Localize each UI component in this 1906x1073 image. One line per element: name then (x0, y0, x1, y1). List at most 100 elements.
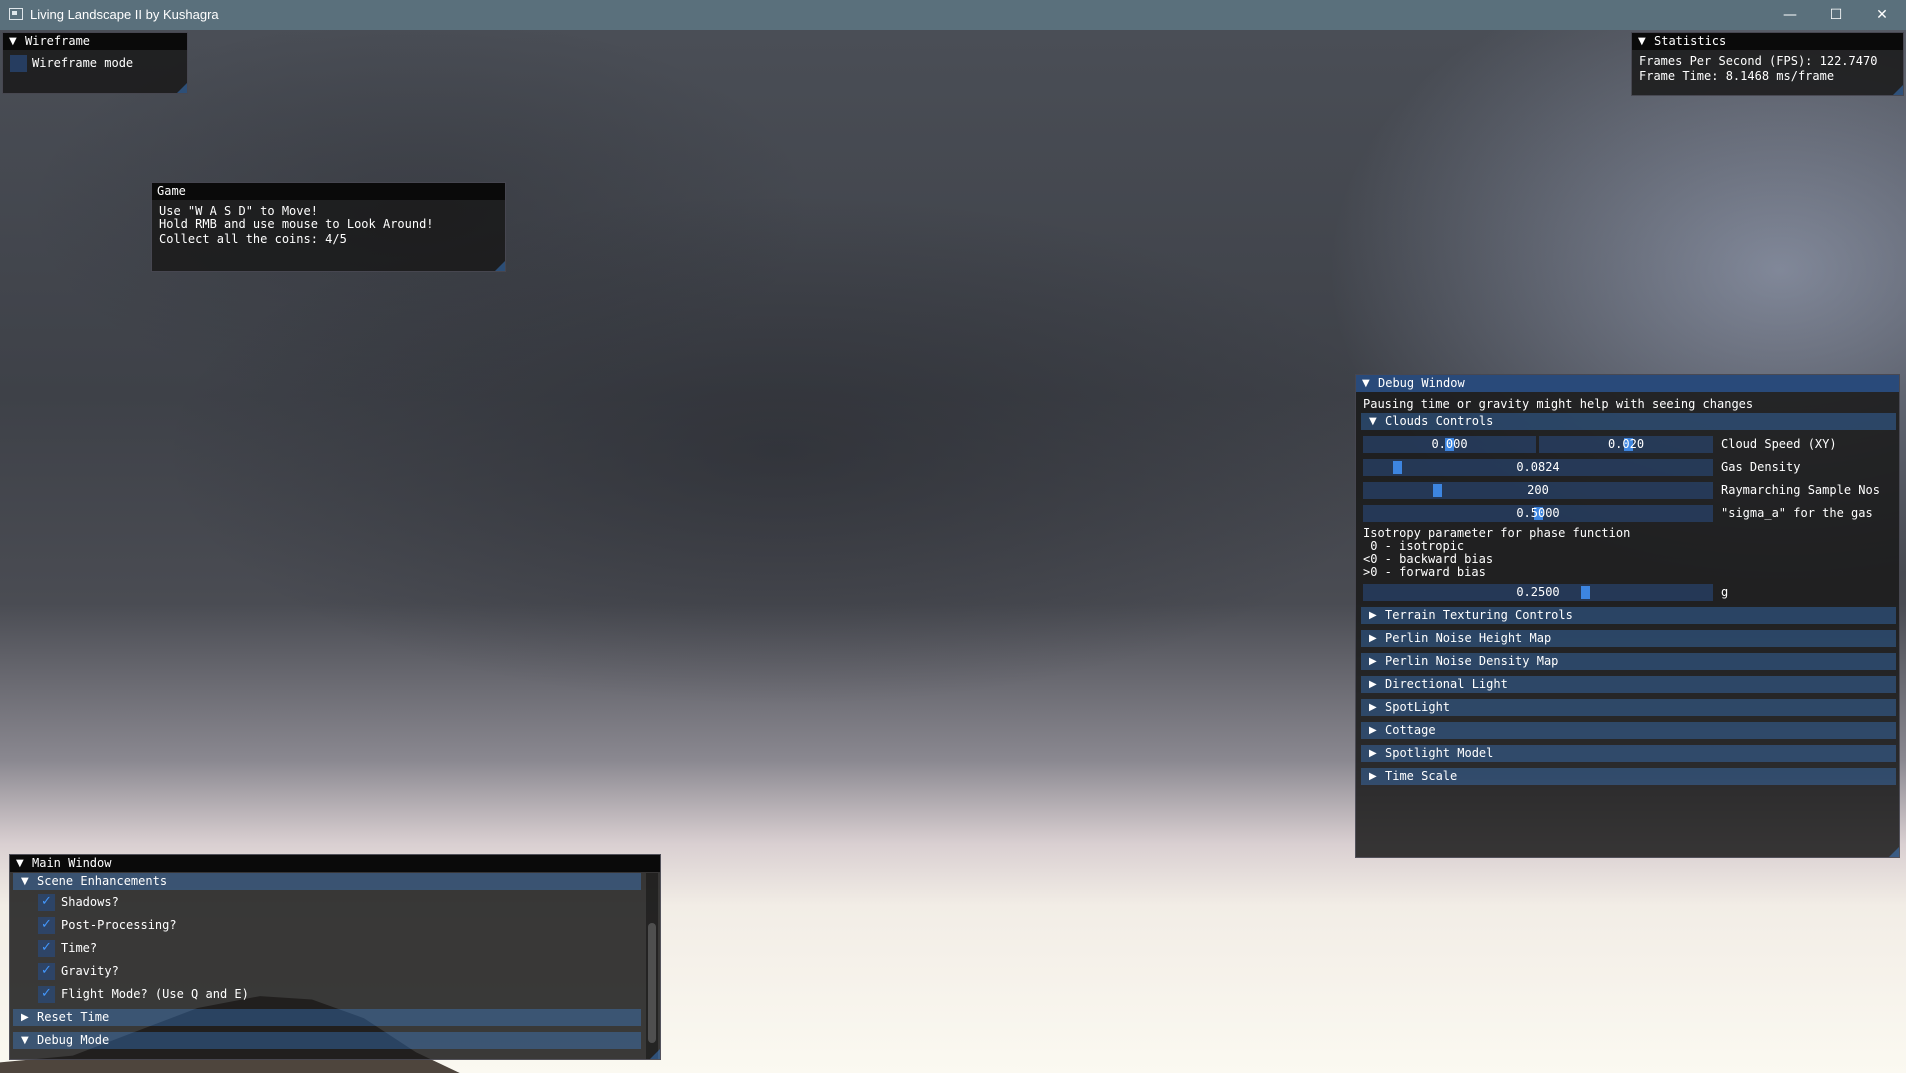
resize-grip-icon[interactable] (1893, 85, 1903, 95)
spotlight-model-header[interactable]: ▶ Spotlight Model (1361, 745, 1896, 762)
main-window-title[interactable]: ▼ Main Window (10, 855, 660, 872)
resize-grip-icon[interactable] (1889, 847, 1899, 857)
g-label: g (1721, 585, 1729, 599)
collapsed-arrow-icon: ▶ (1369, 679, 1377, 690)
directional-light-label: Directional Light (1385, 677, 1508, 691)
statistics-window-title[interactable]: ▼ Statistics (1632, 33, 1903, 50)
g-slider[interactable]: 0.2500 (1363, 584, 1713, 601)
raymarching-samples-slider[interactable]: 200 (1363, 482, 1713, 499)
g-value: 0.2500 (1516, 585, 1560, 599)
game-coins-counter: Collect all the coins: 4/5 (159, 232, 347, 246)
time-label: Time? (61, 941, 98, 955)
perlin-height-map-header[interactable]: ▶ Perlin Noise Height Map (1361, 630, 1896, 647)
sigma-a-value: 0.5000 (1516, 506, 1560, 520)
post-processing-checkbox[interactable] (38, 917, 55, 934)
collapsed-arrow-icon: ▶ (1369, 610, 1377, 621)
gas-density-slider[interactable]: 0.0824 (1363, 459, 1713, 476)
directional-light-header[interactable]: ▶ Directional Light (1361, 676, 1896, 693)
collapsed-arrow-icon: ▶ (21, 1012, 29, 1023)
collapse-arrow-icon[interactable]: ▼ (16, 855, 24, 872)
scrollbar-thumb[interactable] (648, 923, 656, 1043)
statistics-window[interactable]: ▼ Statistics Frames Per Second (FPS): 12… (1631, 32, 1904, 96)
collapsed-arrow-icon: ▶ (1369, 725, 1377, 736)
shadows-checkbox[interactable] (38, 894, 55, 911)
scene-enhancements-label: Scene Enhancements (37, 874, 168, 888)
sigma-a-slider[interactable]: 0.5000 (1363, 505, 1713, 522)
cottage-header[interactable]: ▶ Cottage (1361, 722, 1896, 739)
close-button[interactable]: ✕ (1859, 0, 1905, 30)
debug-window[interactable]: ▼ Debug Window Pausing time or gravity m… (1355, 374, 1900, 858)
wireframe-mode-checkbox[interactable] (10, 55, 27, 72)
debug-mode-header[interactable]: ▼ Debug Mode (13, 1032, 641, 1049)
raymarching-samples-label: Raymarching Sample Nos (1721, 483, 1880, 497)
collapsed-arrow-icon: ▶ (1369, 748, 1377, 759)
sigma-a-label: "sigma_a" for the gas (1721, 506, 1873, 520)
spotlight-label: SpotLight (1385, 700, 1451, 714)
resize-grip-icon[interactable] (177, 83, 187, 93)
fps-readout: Frames Per Second (FPS): 122.7470 (1639, 54, 1878, 68)
clouds-controls-label: Clouds Controls (1385, 414, 1494, 428)
collapsed-arrow-icon: ▶ (1369, 702, 1377, 713)
maximize-button[interactable]: ☐ (1813, 0, 1859, 30)
window-title: Living Landscape II by Kushagra (30, 7, 219, 22)
collapsed-arrow-icon: ▶ (1369, 656, 1377, 667)
collapsed-arrow-icon: ▶ (1369, 633, 1377, 644)
cottage-label: Cottage (1385, 723, 1436, 737)
raymarching-samples-value: 200 (1527, 483, 1549, 497)
expanded-arrow-icon: ▼ (1369, 416, 1377, 427)
cloud-speed-y-slider[interactable]: 0.020 (1539, 436, 1713, 453)
post-processing-label: Post-Processing? (61, 918, 177, 932)
collapsed-arrow-icon: ▶ (1369, 771, 1377, 782)
wireframe-mode-label: Wireframe mode (32, 56, 134, 70)
gravity-checkbox[interactable] (38, 963, 55, 980)
expanded-arrow-icon: ▼ (21, 1035, 29, 1046)
wireframe-window-title[interactable]: ▼ Wireframe (3, 33, 187, 50)
terrain-texturing-header[interactable]: ▶ Terrain Texturing Controls (1361, 607, 1896, 624)
flight-mode-checkbox[interactable] (38, 986, 55, 1003)
frame-time-readout: Frame Time: 8.1468 ms/frame (1639, 69, 1835, 83)
minimize-button[interactable]: — (1767, 0, 1813, 30)
game-title-text: Game (157, 184, 186, 198)
gravity-label: Gravity? (61, 964, 119, 978)
debug-window-title[interactable]: ▼ Debug Window (1356, 375, 1899, 392)
main-window[interactable]: ▼ Main Window ▼ Scene Enhancements Shado… (9, 854, 661, 1060)
spotlight-header[interactable]: ▶ SpotLight (1361, 699, 1896, 716)
collapse-arrow-icon[interactable]: ▼ (1362, 375, 1370, 392)
scene-enhancements-header[interactable]: ▼ Scene Enhancements (13, 873, 641, 890)
game-window-title[interactable]: Game (152, 183, 505, 200)
debug-mode-label: Debug Mode (37, 1033, 110, 1047)
debug-hint-text: Pausing time or gravity might help with … (1363, 397, 1754, 411)
main-window-scrollbar[interactable] (646, 873, 658, 1059)
perlin-density-map-header[interactable]: ▶ Perlin Noise Density Map (1361, 653, 1896, 670)
statistics-title-text: Statistics (1654, 34, 1727, 48)
cloud-speed-x-slider[interactable]: 0.000 (1363, 436, 1536, 453)
reset-time-label: Reset Time (37, 1010, 110, 1024)
isotropy-text-line: >0 - forward bias (1363, 565, 1486, 579)
clouds-controls-header[interactable]: ▼ Clouds Controls (1361, 413, 1896, 430)
render-viewport[interactable]: ▼ Wireframe Wireframe mode ▼ Statistics … (0, 30, 1906, 1073)
time-checkbox[interactable] (38, 940, 55, 957)
resize-grip-icon[interactable] (650, 1049, 660, 1059)
flight-mode-label: Flight Mode? (Use Q and E) (61, 987, 249, 1001)
expanded-arrow-icon: ▼ (21, 876, 29, 887)
resize-grip-icon[interactable] (495, 261, 505, 271)
perlin-height-map-label: Perlin Noise Height Map (1385, 631, 1552, 645)
time-scale-header[interactable]: ▶ Time Scale (1361, 768, 1896, 785)
main-title-text: Main Window (32, 856, 112, 870)
wireframe-title-text: Wireframe (25, 34, 91, 48)
debug-title-text: Debug Window (1378, 376, 1465, 390)
app-window-icon (9, 8, 23, 20)
game-instruction-look: Hold RMB and use mouse to Look Around! (159, 217, 434, 231)
perlin-density-map-label: Perlin Noise Density Map (1385, 654, 1559, 668)
time-scale-label: Time Scale (1385, 769, 1458, 783)
cloud-speed-x-value: 0.000 (1431, 437, 1468, 451)
game-window[interactable]: Game Use "W A S D" to Move! Hold RMB and… (151, 182, 506, 272)
gas-density-label: Gas Density (1721, 460, 1801, 474)
wireframe-window[interactable]: ▼ Wireframe Wireframe mode (2, 32, 188, 94)
window-titlebar[interactable]: Living Landscape II by Kushagra — ☐ ✕ (0, 0, 1906, 30)
collapse-arrow-icon[interactable]: ▼ (1638, 33, 1646, 50)
reset-time-header[interactable]: ▶ Reset Time (13, 1009, 641, 1026)
collapse-arrow-icon[interactable]: ▼ (9, 33, 17, 50)
cloud-speed-y-value: 0.020 (1607, 437, 1645, 451)
spotlight-model-label: Spotlight Model (1385, 746, 1494, 760)
